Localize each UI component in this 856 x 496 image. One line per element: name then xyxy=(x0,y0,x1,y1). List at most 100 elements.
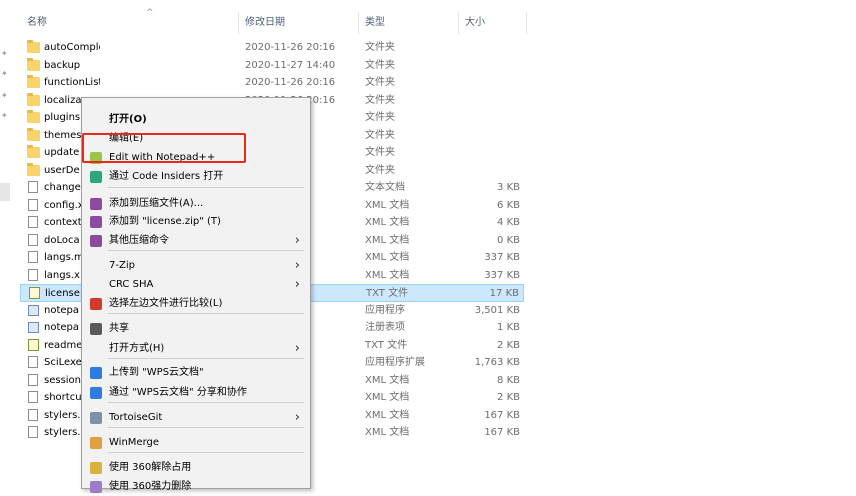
winmerge-icon xyxy=(90,437,102,449)
xml-file-icon xyxy=(28,251,38,263)
tortoisegit-icon xyxy=(90,412,102,424)
menu-item-360[interactable]: 使用 360解除占用 xyxy=(82,459,310,477)
file-type: TXT 文件 xyxy=(366,288,409,299)
winrar-icon xyxy=(90,216,102,228)
column-type-header[interactable]: 类型 xyxy=(365,12,385,34)
file-type: XML 文档 xyxy=(365,252,410,263)
file-type: XML 文档 xyxy=(365,392,410,403)
file-size: 167 KB xyxy=(484,409,520,421)
menu-separator xyxy=(108,427,304,428)
file-size: 337 KB xyxy=(484,269,520,281)
file-type: 文件夹 xyxy=(365,164,395,176)
menu-item-label: 添加到压缩文件(A)... xyxy=(109,198,204,209)
xml-file-icon xyxy=(28,391,38,403)
winrar-icon xyxy=(90,198,102,210)
column-date-header[interactable]: 修改日期 xyxy=(245,12,285,34)
file-type: 应用程序 xyxy=(365,304,405,316)
menu-item-license-zip-t[interactable]: 添加到 "license.zip" (T) xyxy=(82,213,310,231)
xml-file-icon xyxy=(28,198,38,211)
text-file-icon xyxy=(28,181,38,193)
menu-separator xyxy=(108,402,304,403)
file-size: 8 KB xyxy=(497,374,520,386)
menu-item-360[interactable]: 使用 360强力删除 xyxy=(82,478,310,496)
chevron-right-icon: › xyxy=(294,258,300,273)
menu-item-o[interactable]: 打开(O) xyxy=(82,111,310,129)
menu-item[interactable]: 共享 xyxy=(82,320,310,338)
column-size-header[interactable]: 大小 xyxy=(465,12,485,34)
vscode-insiders-icon xyxy=(90,171,102,183)
menu-item[interactable]: 其他压缩命令 › xyxy=(82,232,310,250)
menu-separator xyxy=(108,250,304,251)
file-type: XML 文档 xyxy=(365,269,410,281)
file-size: 337 KB xyxy=(484,252,520,263)
file-row[interactable]: autoCompletion 2020-11-26 20:16 文件夹 xyxy=(20,39,524,57)
share-icon xyxy=(90,323,102,335)
file-size: 3 KB xyxy=(497,182,520,193)
menu-item-code-insiders[interactable]: 通过 Code Insiders 打开 xyxy=(82,168,310,186)
file-date: 2020-11-26 20:16 xyxy=(245,77,336,88)
xml-file-icon xyxy=(28,426,38,438)
column-divider[interactable] xyxy=(238,12,239,34)
menu-separator xyxy=(108,452,304,453)
file-date: 2020-11-26 20:16 xyxy=(245,42,336,53)
menu-item-label: 使用 360解除占用 xyxy=(109,462,192,473)
pin-icon[interactable]: ✦ xyxy=(1,112,9,120)
file-type: XML 文档 xyxy=(365,217,410,228)
menu-separator xyxy=(108,187,304,188)
360-delete-icon xyxy=(90,481,102,493)
file-type: 注册表项 xyxy=(365,322,405,333)
folder-icon xyxy=(27,162,40,176)
menu-item-7-zip[interactable]: 7-Zip › xyxy=(82,257,310,275)
navigation-selected-item[interactable] xyxy=(0,183,10,201)
file-size: 3,501 KB xyxy=(474,304,520,316)
file-type: XML 文档 xyxy=(365,234,410,246)
file-type: TXT 文件 xyxy=(365,339,408,351)
menu-item-label: 添加到 "license.zip" (T) xyxy=(109,216,221,227)
menu-separator xyxy=(108,358,304,359)
sort-ascending-icon: ^ xyxy=(146,8,154,18)
folder-icon xyxy=(27,40,40,53)
menu-item-label: WinMerge xyxy=(109,437,159,448)
file-type: 文件夹 xyxy=(365,42,395,53)
xml-file-icon xyxy=(28,216,38,228)
chevron-right-icon: › xyxy=(294,341,300,356)
menu-item-label: 使用 360强力删除 xyxy=(109,481,192,492)
menu-item-wps[interactable]: 通过 "WPS云文档" 分享和协作 xyxy=(82,384,310,402)
folder-icon xyxy=(27,57,40,71)
pin-icon[interactable]: ✦ xyxy=(1,92,9,100)
notepadpp-file-icon xyxy=(29,287,40,299)
compare-icon xyxy=(90,298,102,310)
folder-icon xyxy=(27,75,40,88)
notepadpp-file-icon xyxy=(28,338,39,351)
menu-item-h[interactable]: 打开方式(H) › xyxy=(82,340,310,358)
column-divider[interactable] xyxy=(358,12,359,34)
file-row[interactable]: functionList 2020-11-26 20:16 文件夹 xyxy=(20,74,524,92)
file-size: 6 KB xyxy=(497,199,520,211)
column-divider[interactable] xyxy=(458,12,459,34)
menu-item-label: TortoiseGit xyxy=(109,412,163,423)
pin-icon[interactable]: ✦ xyxy=(1,50,9,58)
file-size: 2 KB xyxy=(497,392,520,403)
folder-icon xyxy=(27,145,40,158)
column-divider[interactable] xyxy=(526,12,527,34)
file-type: XML 文档 xyxy=(365,374,410,386)
menu-item-label: 上传到 "WPS云文档" xyxy=(109,367,204,378)
menu-item-label: 打开方式(H) xyxy=(109,343,165,354)
menu-item-wps[interactable]: 上传到 "WPS云文档" xyxy=(82,364,310,382)
menu-item-tortoisegit[interactable]: TortoiseGit › xyxy=(82,409,310,427)
menu-item-label: 选择左边文件进行比较(L) xyxy=(109,298,223,309)
menu-item-label: 其他压缩命令 xyxy=(109,235,169,246)
folder-icon xyxy=(27,110,40,123)
file-name: autoCompletion xyxy=(44,42,100,53)
reg-file-icon xyxy=(28,322,39,333)
pin-icon[interactable]: ✦ xyxy=(1,70,9,78)
menu-item-l[interactable]: 选择左边文件进行比较(L) xyxy=(82,295,310,313)
file-size: 1 KB xyxy=(497,322,520,333)
file-row[interactable]: backup 2020-11-27 14:40 文件夹 xyxy=(20,57,524,75)
file-size: 1,763 KB xyxy=(474,357,520,368)
column-name-header[interactable]: 名称 xyxy=(27,12,47,34)
menu-item-crc-sha[interactable]: CRC SHA › xyxy=(82,276,310,294)
menu-item-winmerge[interactable]: WinMerge xyxy=(82,434,310,452)
navigation-pane-edge: ✦ ✦ ✦ ✦ xyxy=(0,0,12,487)
menu-item-a[interactable]: 添加到压缩文件(A)... xyxy=(82,195,310,213)
